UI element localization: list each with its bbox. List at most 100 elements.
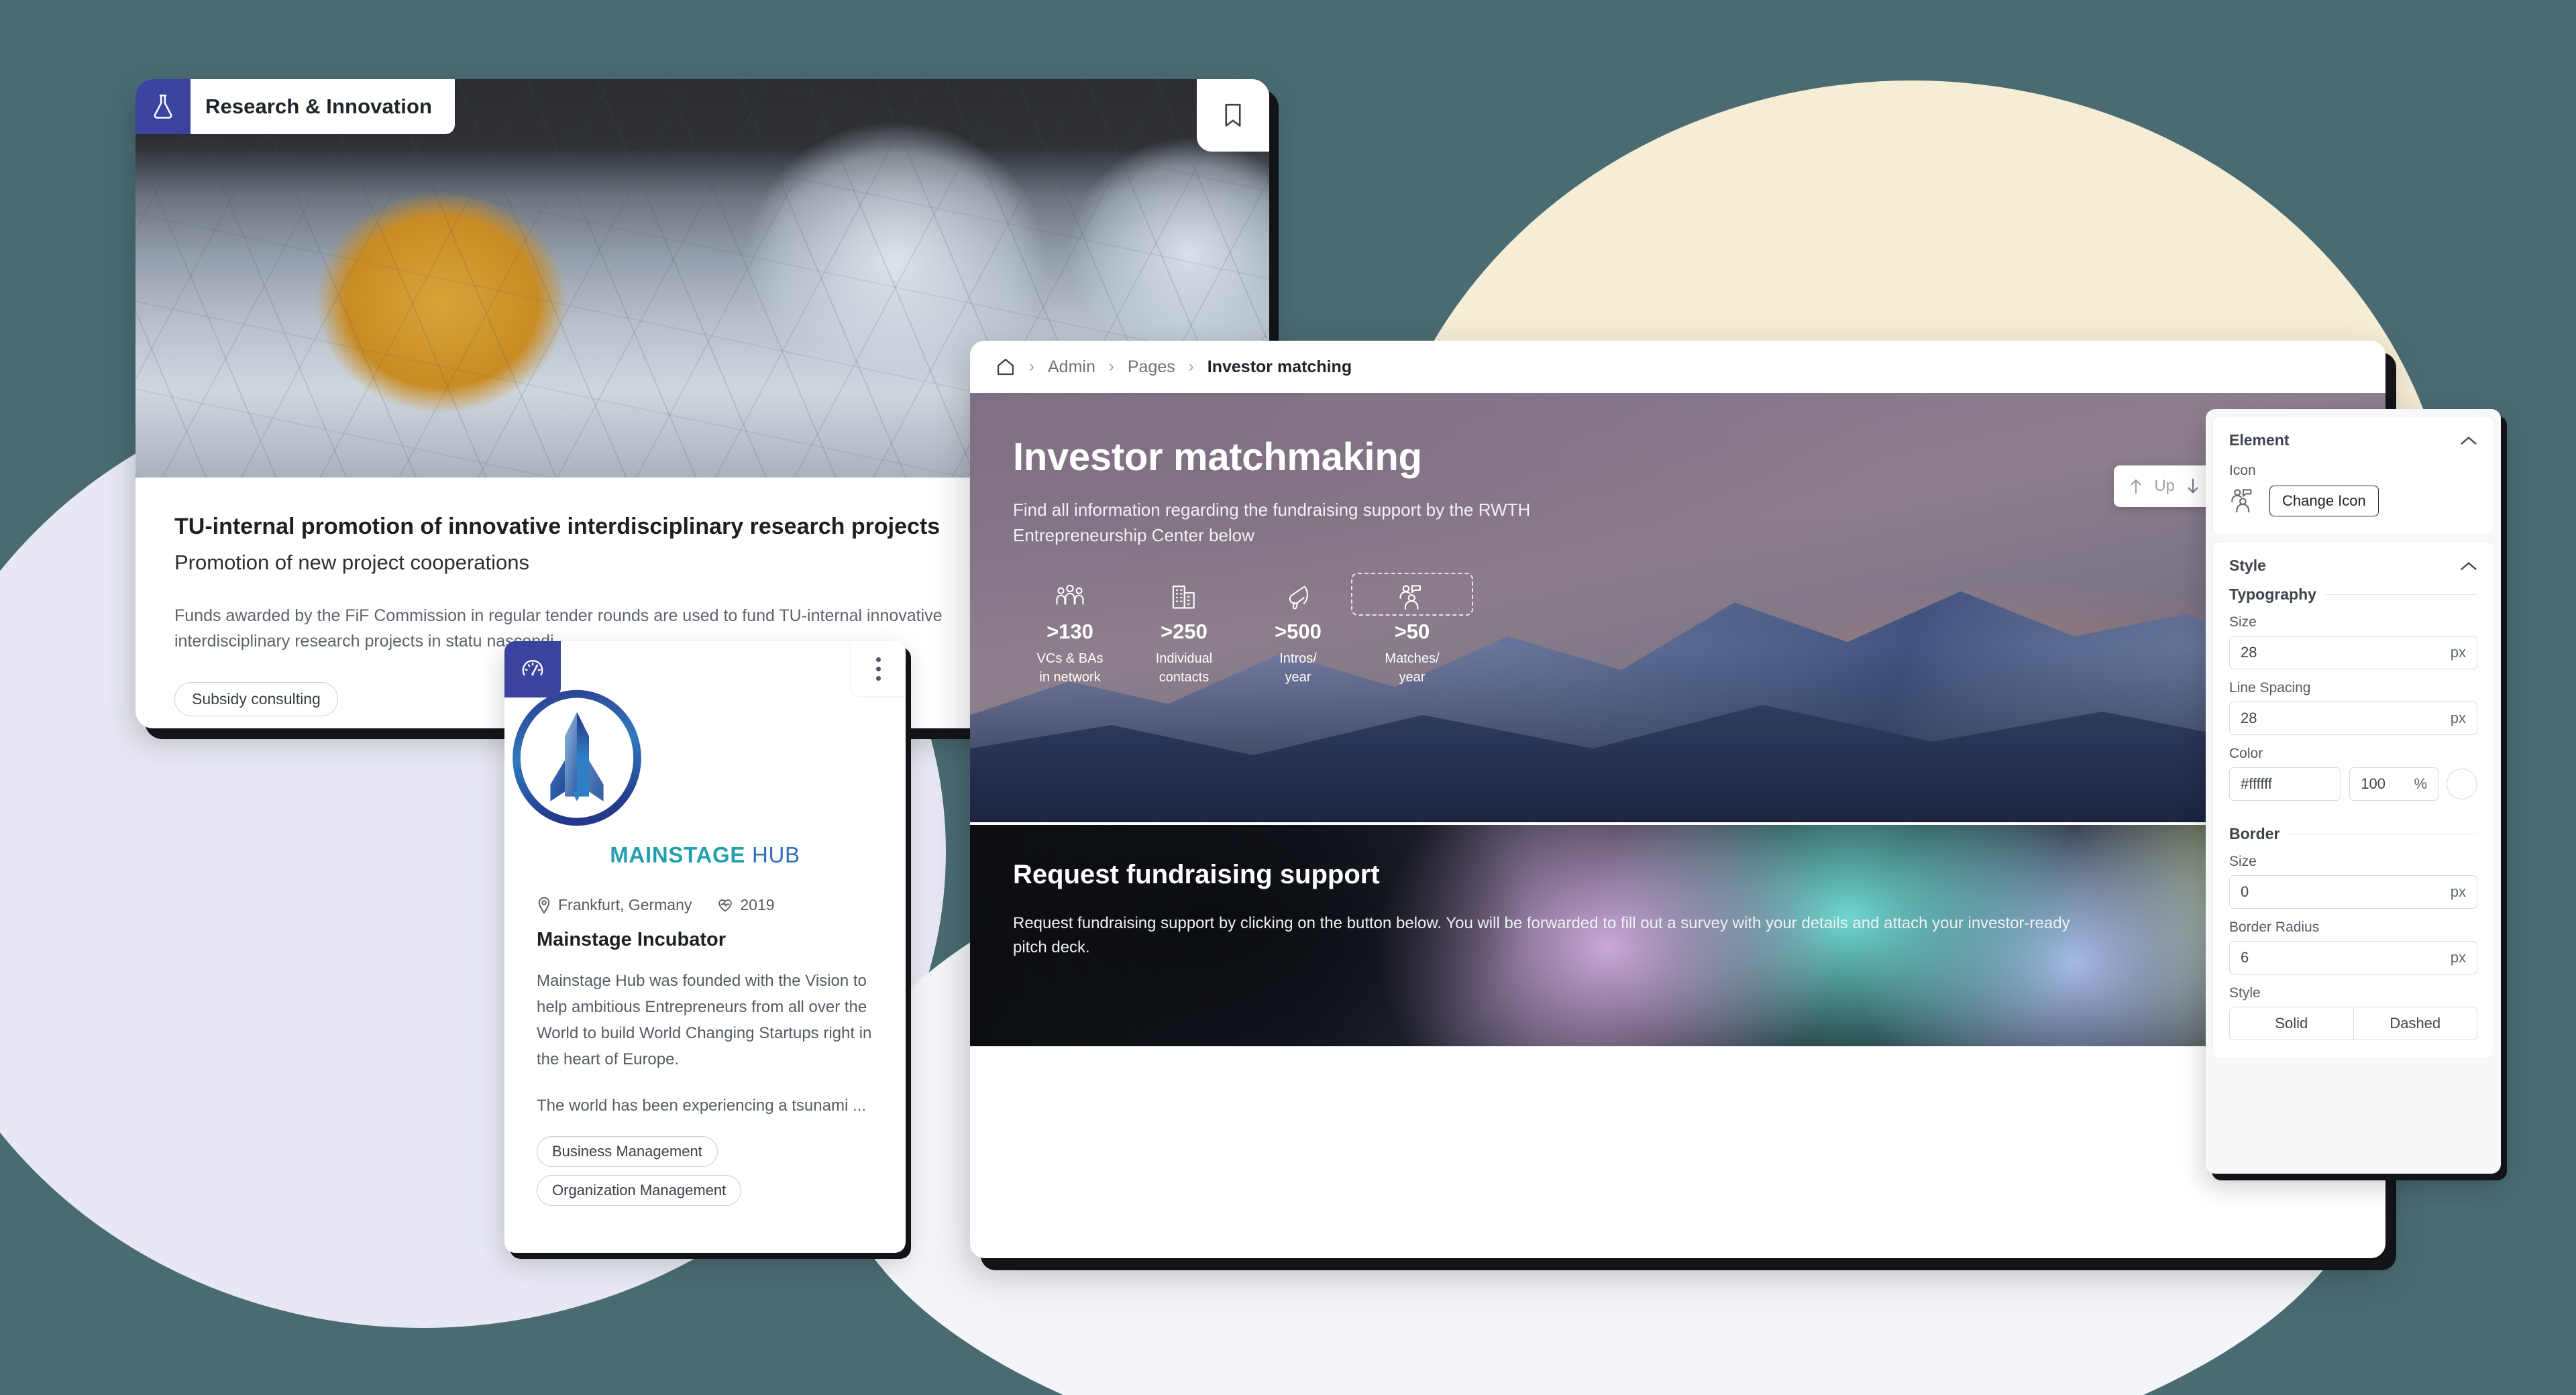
mainstage-tag[interactable]: Business Management	[537, 1136, 718, 1168]
move-up-label[interactable]: Up	[2154, 477, 2175, 496]
typography-color-hex-input[interactable]: #ffffff	[2229, 767, 2342, 801]
kebab-menu-icon	[875, 675, 881, 681]
mainstage-founded-year: 2019	[740, 896, 775, 913]
rocket-in-circle-icon	[513, 689, 641, 826]
element-move-toolbar[interactable]: Up	[2114, 465, 2215, 507]
change-icon-button[interactable]: Change Icon	[2269, 486, 2379, 516]
border-group-header: Border	[2213, 821, 2493, 843]
buildings-icon	[1127, 577, 1241, 612]
research-category-badge[interactable]: Research & Innovation	[136, 79, 455, 134]
border-size-field: Size 0 px	[2213, 854, 2493, 909]
border-size-unit: px	[2450, 883, 2466, 900]
fundraising-title: Request fundraising support	[1013, 860, 1380, 889]
style-section: Style Typography Size 28 px Line Spacing…	[2212, 541, 2494, 1058]
flask-icon	[136, 79, 191, 134]
inspector-panel: Element Icon Change Icon Style Typograph…	[2206, 409, 2501, 1174]
border-group-title: Border	[2229, 825, 2280, 842]
stat-value: >250	[1161, 619, 1208, 643]
mainstage-wordmark: MAINSTAGE HUB	[504, 842, 906, 868]
border-style-option-dashed[interactable]: Dashed	[2353, 1007, 2477, 1040]
icon-field-row: Change Icon	[2213, 483, 2493, 534]
typography-color-swatch[interactable]	[2447, 769, 2477, 799]
research-card-tag[interactable]: Subsidy consulting	[174, 681, 338, 716]
bookmark-icon	[1222, 103, 1244, 128]
typography-color-field: Color #ffffff 100 %	[2213, 746, 2493, 801]
breadcrumb-item-admin[interactable]: Admin	[1048, 357, 1095, 377]
arrow-up-icon[interactable]	[2129, 478, 2143, 495]
stat-label-line2: year	[1399, 670, 1426, 685]
mainstage-tag-list: Business Management Organization Managem…	[504, 1136, 906, 1207]
research-category-label: Research & Innovation	[205, 95, 433, 118]
breadcrumb-item-current: Investor matching	[1207, 357, 1352, 376]
card-menu-button[interactable]	[851, 641, 906, 696]
typography-group-title: Typography	[2229, 585, 2316, 603]
typography-size-unit: px	[2450, 644, 2466, 661]
typography-color-opacity-input[interactable]: 100 %	[2349, 767, 2438, 801]
typography-color-label: Color	[2229, 746, 2263, 761]
home-icon[interactable]	[996, 357, 1016, 377]
icon-field-label: Icon	[2229, 463, 2256, 478]
element-section: Element Icon Change Icon	[2212, 416, 2494, 535]
bookmark-button[interactable]	[1197, 79, 1269, 152]
typography-size-value: 28	[2241, 644, 2257, 661]
arrow-down-icon[interactable]	[2186, 478, 2200, 495]
stat-label-line2: contacts	[1159, 670, 1210, 685]
typography-size-label: Size	[2229, 614, 2257, 630]
heart-pulse-icon	[717, 897, 733, 913]
border-style-segmented-control[interactable]: Solid Dashed	[2229, 1007, 2477, 1040]
editor-canvas: Up Investor matchmaking Find all informa…	[970, 393, 2385, 1258]
people-group-icon	[1013, 577, 1127, 612]
border-radius-unit: px	[2450, 949, 2466, 966]
mainstage-paragraph-2: The world has been experiencing a tsunam…	[537, 1096, 866, 1115]
element-section-title: Element	[2229, 431, 2290, 449]
mainstage-location: Frankfurt, Germany	[558, 896, 692, 913]
kebab-menu-icon	[875, 666, 881, 671]
stat-value: >130	[1046, 619, 1093, 643]
stat-label-line1: VCs & BAs	[1036, 651, 1104, 666]
mainstage-meta-row: Frankfurt, Germany 2019	[504, 896, 906, 914]
chevron-up-icon[interactable]	[2460, 561, 2477, 571]
border-style-field: Style Solid Dashed	[2213, 985, 2493, 1040]
stat-value: >500	[1275, 619, 1322, 643]
typography-line-spacing-input[interactable]: 28 px	[2229, 702, 2477, 735]
typography-line-spacing-field: Line Spacing 28 px	[2213, 680, 2493, 735]
typography-line-spacing-unit: px	[2450, 710, 2466, 726]
typography-color-opacity-value: 100	[2361, 775, 2385, 792]
stat-item-matches[interactable]: >50 Matches/ year	[1351, 572, 1473, 687]
typography-line-spacing-label: Line Spacing	[2229, 680, 2311, 695]
wordmark-part-2: HUB	[751, 842, 800, 867]
border-style-label: Style	[2229, 985, 2261, 1001]
mainstage-tag[interactable]: Organization Management	[537, 1175, 742, 1207]
typography-color-hex-value: #ffffff	[2241, 775, 2272, 792]
hero-subtitle: Find all information regarding the fundr…	[1013, 500, 1531, 546]
chevron-up-icon[interactable]	[2460, 435, 2477, 446]
border-radius-field: Border Radius 6 px	[2213, 919, 2493, 974]
mainstage-logo: MAINSTAGE HUB	[504, 641, 906, 868]
element-section-header[interactable]: Element	[2213, 416, 2493, 456]
people-flag-icon	[2229, 488, 2257, 514]
people-flag-icon	[1351, 572, 1473, 616]
mainstage-paragraph-1: Mainstage Hub was founded with the Visio…	[537, 972, 872, 1068]
typography-line-spacing-value: 28	[2241, 710, 2257, 726]
breadcrumb-item-pages[interactable]: Pages	[1128, 357, 1175, 377]
hero-section: Investor matchmaking Find all informatio…	[970, 393, 2385, 822]
stat-label-line1: Intros/	[1279, 651, 1317, 666]
typography-group-header: Typography	[2213, 581, 2493, 604]
typography-size-input[interactable]: 28 px	[2229, 636, 2477, 669]
stat-label-line1: Matches/	[1385, 651, 1440, 666]
stat-item-intros[interactable]: >500 Intros/ year	[1241, 577, 1355, 687]
style-section-title: Style	[2229, 557, 2266, 574]
border-radius-label: Border Radius	[2229, 919, 2320, 935]
border-size-input[interactable]: 0 px	[2229, 875, 2477, 909]
style-section-header[interactable]: Style	[2213, 542, 2493, 581]
stat-item-vcs[interactable]: >130 VCs & BAs in network	[1013, 577, 1127, 687]
typography-size-field: Size 28 px	[2213, 614, 2493, 669]
stat-value: >50	[1394, 619, 1430, 643]
breadcrumb-separator: ›	[1188, 357, 1194, 376]
stat-item-contacts[interactable]: >250 Individual contacts	[1127, 577, 1241, 687]
mainstage-hub-card: MAINSTAGE HUB Frankfurt, Germany 2019 Ma…	[504, 641, 906, 1253]
megaphone-icon	[1241, 577, 1355, 612]
stat-label-line2: in network	[1039, 670, 1101, 685]
border-radius-input[interactable]: 6 px	[2229, 941, 2477, 974]
border-style-option-solid[interactable]: Solid	[2230, 1007, 2353, 1040]
